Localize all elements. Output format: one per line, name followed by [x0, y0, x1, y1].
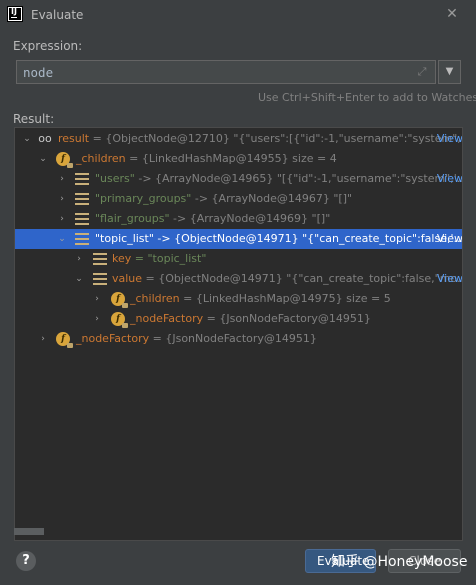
expression-field[interactable]: ⤢	[16, 60, 436, 84]
map-entry-icon	[75, 192, 89, 206]
tree-row-node-factory[interactable]: › f _nodeFactory = {JsonNodeFactory@1495…	[15, 329, 462, 349]
tree-row-primary-groups[interactable]: › "primary_groups" -> {ArrayNode@14967} …	[15, 189, 462, 209]
close-icon[interactable]: ✕	[444, 6, 460, 22]
map-entry-icon	[75, 212, 89, 226]
window-title: Evaluate	[31, 8, 84, 22]
expression-input[interactable]	[23, 64, 403, 80]
chevron-down-icon[interactable]: ⌄	[56, 229, 68, 249]
node-value: -> {ObjectNode@14971} "{"can_create_topi…	[157, 232, 463, 245]
chevron-down-icon: ▼	[445, 66, 454, 77]
help-button[interactable]: ?	[16, 551, 36, 571]
map-entry-icon	[93, 272, 107, 286]
map-entry-icon	[75, 232, 89, 246]
chevron-down-icon[interactable]: ⌄	[73, 269, 85, 289]
chevron-down-icon[interactable]: ⌄	[37, 149, 49, 169]
result-label: Result:	[13, 112, 55, 126]
title-bar: IJ Evaluate ✕	[0, 0, 476, 30]
expand-editor-icon[interactable]: ⤢	[415, 65, 429, 79]
node-name: result	[58, 132, 90, 145]
lock-icon	[122, 323, 128, 328]
watches-hint: Use Ctrl+Shift+Enter to add to Watches	[258, 91, 476, 104]
node-value: = {JsonNodeFactory@14951}	[206, 312, 371, 325]
lock-icon	[67, 343, 73, 348]
tree-row-value[interactable]: ⌄ value = {ObjectNode@14971} "{"can_crea…	[15, 269, 463, 289]
tree-row-children[interactable]: ⌄ f _children = {LinkedHashMap@14955} si…	[15, 149, 462, 169]
chevron-right-icon[interactable]: ›	[56, 169, 68, 189]
map-entry-icon	[93, 252, 107, 266]
tree-row-key[interactable]: › key = "topic_list"	[15, 249, 462, 269]
watch-glasses-icon: oo	[38, 132, 52, 145]
view-link[interactable]: View	[435, 269, 462, 289]
tree-row-users[interactable]: › "users" -> {ArrayNode@14965} "[{"id":-…	[15, 169, 463, 189]
chevron-right-icon[interactable]: ›	[91, 309, 103, 329]
chevron-right-icon[interactable]: ›	[73, 249, 85, 269]
intellij-logo-icon: IJ	[7, 6, 23, 22]
node-name: key	[112, 252, 132, 265]
view-link[interactable]: View	[435, 169, 462, 189]
node-name: "primary_groups"	[95, 192, 192, 205]
node-name: value	[112, 272, 143, 285]
view-link[interactable]: View	[435, 229, 462, 249]
node-value: = {LinkedHashMap@14975} size = 5	[183, 292, 391, 305]
node-name: _nodeFactory	[130, 312, 204, 325]
map-entry-icon	[75, 172, 89, 186]
node-value: -> {ArrayNode@14967} "[]"	[194, 192, 353, 205]
node-name: _children	[130, 292, 180, 305]
node-name: "users"	[95, 172, 135, 185]
tree-row-nested-children[interactable]: › f _children = {LinkedHashMap@14975} si…	[15, 289, 462, 309]
node-name: "flair_groups"	[95, 212, 170, 225]
expression-label: Expression:	[13, 39, 83, 53]
field-icon: f	[111, 312, 128, 328]
history-dropdown-button[interactable]: ▼	[438, 60, 461, 84]
node-value: -> {ArrayNode@14969} "[]"	[173, 212, 331, 225]
chevron-right-icon[interactable]: ›	[56, 189, 68, 209]
node-value: = {ObjectNode@12710} "{"users":[{"id":-1…	[92, 132, 463, 145]
view-link[interactable]: View	[435, 129, 462, 149]
result-tree[interactable]: ⌄ oo result = {ObjectNode@12710} "{"user…	[14, 127, 463, 541]
node-value: = {LinkedHashMap@14955} size = 4	[129, 152, 337, 165]
field-icon: f	[56, 152, 73, 168]
chevron-right-icon[interactable]: ›	[37, 329, 49, 349]
node-value: = {JsonNodeFactory@14951}	[152, 332, 317, 345]
node-value: -> {ArrayNode@14965} "[{"id":-1,"usernam…	[138, 172, 463, 185]
tree-row-result[interactable]: ⌄ oo result = {ObjectNode@12710} "{"user…	[15, 129, 463, 149]
lock-icon	[122, 303, 128, 308]
chevron-right-icon[interactable]: ›	[56, 209, 68, 229]
lock-icon	[67, 163, 73, 168]
node-value: = "topic_list"	[134, 252, 207, 265]
node-name: _nodeFactory	[76, 332, 150, 345]
chevron-down-icon[interactable]: ⌄	[21, 129, 33, 149]
node-value: = {ObjectNode@14971} "{"can_create_topic…	[145, 272, 463, 285]
horizontal-scrollbar-thumb[interactable]	[14, 528, 44, 535]
tree-row-flair-groups[interactable]: › "flair_groups" -> {ArrayNode@14969} "[…	[15, 209, 462, 229]
watermark: 知乎 @HoneyMoose	[331, 554, 468, 570]
tree-row-nested-node-factory[interactable]: › f _nodeFactory = {JsonNodeFactory@1495…	[15, 309, 462, 329]
chevron-right-icon[interactable]: ›	[91, 289, 103, 309]
node-name: _children	[76, 152, 126, 165]
node-name: "topic_list"	[95, 232, 154, 245]
field-icon: f	[111, 292, 128, 308]
field-icon: f	[56, 332, 73, 348]
tree-row-topic-list[interactable]: ⌄ "topic_list" -> {ObjectNode@14971} "{"…	[15, 229, 463, 249]
